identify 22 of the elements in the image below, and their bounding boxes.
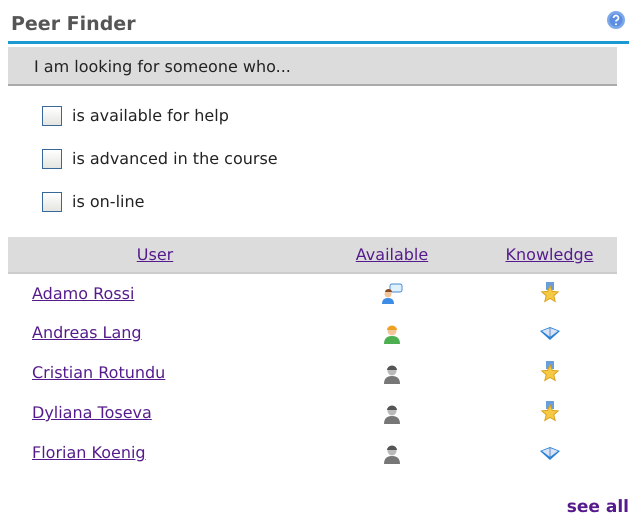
option-label: is on-line bbox=[72, 190, 144, 212]
checkbox[interactable] bbox=[42, 148, 62, 168]
user-chat-icon bbox=[381, 283, 403, 306]
person-name-link[interactable]: Andreas Lang bbox=[32, 323, 142, 342]
person-name-link[interactable]: Dyliana Toseva bbox=[32, 403, 152, 422]
user-icon bbox=[382, 362, 402, 385]
filter-heading: I am looking for someone who... bbox=[8, 47, 617, 86]
user-icon bbox=[382, 402, 402, 425]
see-all-link[interactable]: see all bbox=[566, 497, 629, 517]
person-name-link[interactable]: Florian Koenig bbox=[32, 443, 146, 462]
user-icon bbox=[382, 322, 402, 345]
book-icon bbox=[538, 324, 562, 343]
column-sort-link[interactable]: User bbox=[136, 244, 174, 264]
option-label: is available for help bbox=[72, 104, 229, 126]
option-label: is advanced in the course bbox=[72, 148, 278, 170]
checkbox[interactable] bbox=[42, 192, 62, 212]
person-name-link[interactable]: Adamo Rossi bbox=[32, 284, 134, 302]
panel-title: Peer Finder bbox=[11, 12, 136, 37]
checkbox[interactable] bbox=[42, 106, 62, 126]
user-icon bbox=[382, 442, 402, 465]
book-icon bbox=[538, 444, 562, 463]
person-name-link[interactable]: Cristian Rotundu bbox=[32, 363, 166, 382]
